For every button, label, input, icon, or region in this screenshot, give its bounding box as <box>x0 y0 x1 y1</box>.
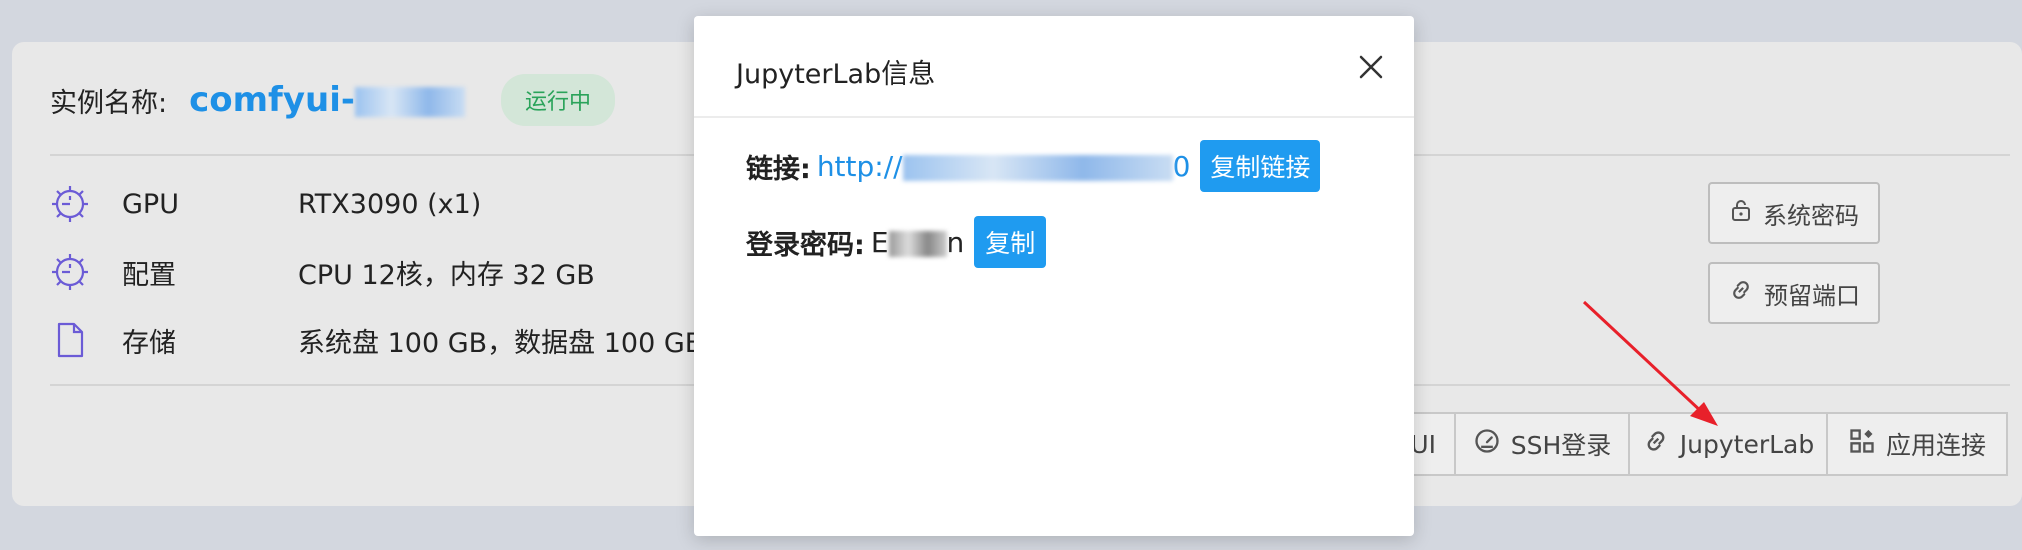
instance-name-label: 实例名称: <box>50 87 168 119</box>
reserved-port-button[interactable]: 预留端口 <box>1708 262 1880 324</box>
dialog-title: JupyterLab信息 <box>736 59 936 90</box>
gpu-icon <box>50 184 90 224</box>
password-end: n <box>946 225 965 259</box>
web-ui-label: UI <box>1410 429 1436 459</box>
spec-row-gpu: GPU RTX3090 (x1) <box>50 179 481 229</box>
copy-password-button[interactable]: 复制 <box>974 216 1047 268</box>
spec-row-config: 配置 CPU 12核，内存 32 GB <box>50 247 595 297</box>
dialog-header: JupyterLab信息 <box>694 16 1414 118</box>
redacted-link <box>902 154 1173 181</box>
file-icon <box>50 320 90 360</box>
link-row: 链接: http:// 0 复制链接 <box>746 140 1321 192</box>
password-row: 登录密码: En 复制 <box>746 216 1047 268</box>
config-icon <box>50 252 90 292</box>
instance-name-text: comfyui- <box>189 80 355 120</box>
redacted-name <box>354 86 465 117</box>
status-badge: 运行中 <box>500 74 615 126</box>
spec-value-storage: 系统盘 100 GB，数据盘 100 GB <box>298 327 704 359</box>
instance-name[interactable]: comfyui- <box>189 80 465 120</box>
redacted-password <box>888 230 947 257</box>
password-start: E <box>870 225 889 259</box>
password-value: En <box>871 226 964 259</box>
copy-link-label: 复制链接 <box>1210 153 1311 182</box>
dashboard-icon <box>1473 427 1501 461</box>
jupyterlab-info-dialog: JupyterLab信息 链接: http:// 0 复制链接 登录密码: En … <box>694 16 1414 536</box>
copy-link-button[interactable]: 复制链接 <box>1200 140 1321 192</box>
reserved-port-label: 预留端口 <box>1764 281 1860 310</box>
copy-password-label: 复制 <box>985 229 1036 258</box>
spec-value-gpu: RTX3090 (x1) <box>298 188 482 220</box>
spec-key-config: 配置 <box>122 259 176 291</box>
link-icon <box>1642 427 1670 461</box>
red-arrow-annotation <box>1582 300 1718 426</box>
app-connect-button[interactable]: 应用连接 <box>1826 412 2008 476</box>
jupyter-link[interactable]: http:// 0 <box>817 150 1191 183</box>
link-label: 链接: <box>746 153 811 185</box>
link-suffix: 0 <box>1172 149 1191 183</box>
unlock-icon <box>1729 198 1753 228</box>
apps-icon <box>1848 427 1876 461</box>
system-password-button[interactable]: 系统密码 <box>1708 182 1880 244</box>
link-prefix: http:// <box>816 149 903 183</box>
system-password-label: 系统密码 <box>1763 201 1859 230</box>
close-icon[interactable] <box>1356 52 1386 82</box>
app-connect-label: 应用连接 <box>1885 431 1986 460</box>
ssh-login-label: SSH登录 <box>1510 431 1612 460</box>
spec-key-storage: 存储 <box>122 327 176 359</box>
instance-title-row: 实例名称: comfyui- 运行中 <box>50 60 615 140</box>
spec-key-gpu: GPU <box>122 188 179 220</box>
link-icon <box>1728 277 1754 309</box>
spec-row-storage: 存储 系统盘 100 GB，数据盘 100 GB <box>50 315 703 365</box>
password-label: 登录密码: <box>746 229 865 261</box>
spec-value-config: CPU 12核，内存 32 GB <box>298 259 595 291</box>
jupyterlab-label: JupyterLab <box>1679 429 1815 459</box>
